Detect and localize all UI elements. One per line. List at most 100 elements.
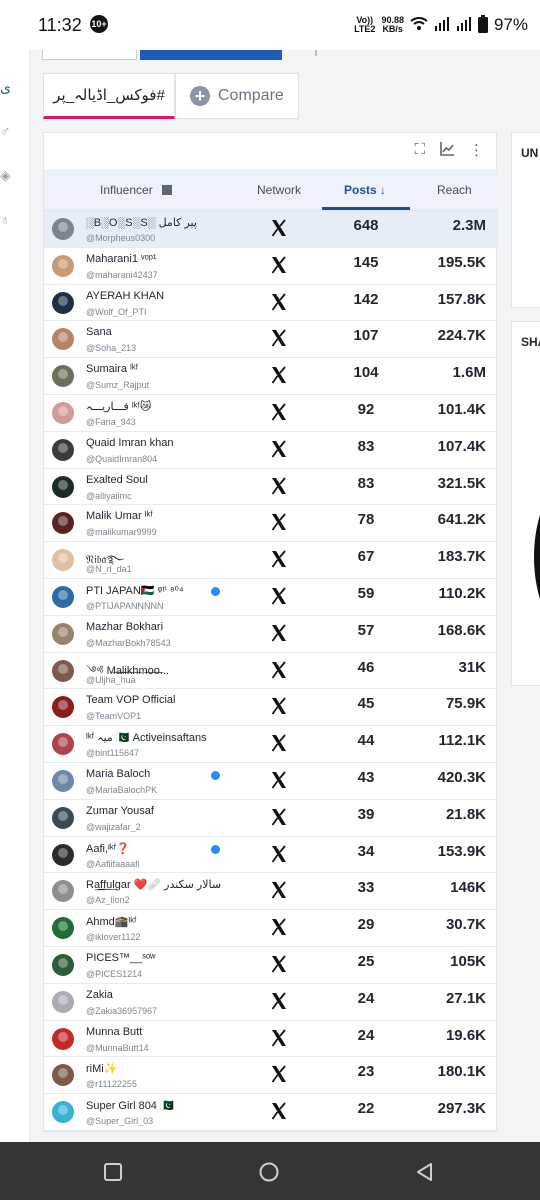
sidebar-map-icon[interactable]: ◈ <box>0 168 14 182</box>
top-button-primary[interactable] <box>140 50 282 60</box>
back-button[interactable] <box>414 1161 436 1183</box>
table-row[interactable]: ᴵᵏᶠ میہ 🇵🇰 Activeinsaftans @bint115647 44 1… <box>44 726 498 763</box>
sidebar-gender-icon[interactable]: ♂ <box>0 124 14 138</box>
influencer-name[interactable]: Aafi,ᴵᵏᶠ❓ <box>86 842 254 855</box>
avatar[interactable] <box>52 549 74 572</box>
influencer-name[interactable]: Malik Umar ᴵᵏᶠ <box>86 510 254 522</box>
top-button-outline[interactable] <box>42 50 137 60</box>
table-row[interactable]: Team VOP Official @TeamVOP1 45 75.9K <box>44 689 498 727</box>
avatar[interactable] <box>52 953 74 976</box>
avatar[interactable] <box>52 1027 74 1050</box>
table-row[interactable]: Maharani1 ᵛᵒᵖ¹ @maharani42437 145 195.5K <box>44 248 498 285</box>
influencer-name[interactable]: Exalted Soul <box>86 474 254 486</box>
influencer-handle[interactable]: @Wolf_Of_PTI <box>86 307 254 317</box>
table-row[interactable]: 𝔑𝔦𝔟𝔞࿐ @N_ri_da1 67 183.7K <box>44 542 498 579</box>
table-row[interactable]: Malik Umar ᴵᵏᶠ @malikumar9999 78 641.2K <box>44 505 498 543</box>
header-posts[interactable]: Posts ↓ <box>344 169 386 211</box>
influencer-handle[interactable]: @Sumz_Rajput <box>86 380 254 390</box>
table-row[interactable]: Zakia @Zakia36957967 24 27.1K <box>44 984 498 1021</box>
avatar[interactable] <box>52 512 74 535</box>
influencer-handle[interactable]: @malikumar9999 <box>86 527 254 537</box>
table-row[interactable]: Maria Baloch @MariaBalochPK 43 420.3K <box>44 763 498 800</box>
influencer-handle[interactable]: @Uljha_hua <box>86 675 254 685</box>
avatar[interactable] <box>52 475 74 498</box>
tab-hashtag[interactable]: #فوکس_اڈیالہ_پر <box>43 73 175 119</box>
avatar[interactable] <box>52 696 74 719</box>
avatar[interactable] <box>52 917 74 940</box>
influencer-name[interactable]: Ra͟f͟f͟u͟lgar ❤️🩹 سالار سکندر <box>86 878 254 891</box>
sidebar-hashtag-icon[interactable]: ى <box>0 80 14 94</box>
influencer-handle[interactable]: @Faria_943 <box>86 417 254 427</box>
influencer-name[interactable]: Sana <box>86 326 254 338</box>
table-row[interactable]: PTI JAPAN🇵🇸 ᵠᵗⁱ ⁸⁰⁴ @PTIJAPANNNNN 59 110.2K <box>44 579 498 616</box>
recents-button[interactable] <box>102 1161 124 1183</box>
influencer-name[interactable]: PICES™__ˢᵒʷ <box>86 952 254 964</box>
home-button[interactable] <box>258 1161 280 1183</box>
table-row[interactable]: riMi✨ @r11122255 23 180.1K <box>44 1057 498 1095</box>
avatar[interactable] <box>52 328 74 351</box>
table-row[interactable]: AYERAH KHAN @Wolf_Of_PTI 142 157.8K <box>44 285 498 322</box>
influencer-name[interactable]: Team VOP Official <box>86 694 254 706</box>
more-options-icon[interactable]: ⋮ <box>469 141 484 161</box>
influencer-handle[interactable]: @bint115647 <box>86 748 254 758</box>
influencer-handle[interactable]: @MariaBalochPK <box>86 785 254 795</box>
influencer-name[interactable]: فـــاریـــہ ᴵᵏᶠ😿 <box>86 400 254 413</box>
influencer-name[interactable]: ░B░O░S░S░ پیر کامل <box>86 216 254 229</box>
avatar[interactable] <box>52 585 74 608</box>
avatar[interactable] <box>52 438 74 461</box>
influencer-handle[interactable]: @r11122255 <box>86 1079 254 1089</box>
influencer-name[interactable]: riMi✨ <box>86 1062 254 1075</box>
influencer-handle[interactable]: @Super_Girl_03 <box>86 1116 254 1126</box>
external-link-icon[interactable] <box>162 185 173 195</box>
influencer-handle[interactable]: @Soha_213 <box>86 343 254 353</box>
table-row[interactable]: Mazhar Bokhari @MazharBokh78543 57 168.6K <box>44 616 498 653</box>
avatar[interactable] <box>52 254 74 277</box>
influencer-handle[interactable]: @MunnaButt14 <box>86 1043 254 1053</box>
table-row[interactable]: ༺ M̶a̶l̶i̶k̶h̶m̶o̶o̶... @Uljha_hua 46 31K <box>44 653 498 690</box>
influencer-name[interactable]: AYERAH KHAN <box>86 290 254 302</box>
influencer-handle[interactable]: @maharani42437 <box>86 270 254 280</box>
table-row[interactable]: Ahmd🕋ᴵᵏᶠ @iklover1122 29 30.7K <box>44 910 498 947</box>
avatar[interactable] <box>52 365 74 388</box>
influencer-handle[interactable]: @PICES1214 <box>86 969 254 979</box>
influencer-handle[interactable]: @wajizafar_2 <box>86 822 254 832</box>
avatar[interactable] <box>52 843 74 866</box>
influencer-handle[interactable]: @Aafiifaaaafi <box>86 859 254 869</box>
top-toolbar-icon[interactable] <box>315 50 319 56</box>
avatar[interactable] <box>52 1101 74 1124</box>
influencer-name[interactable]: ᴵᵏᶠ میہ 🇵🇰 Activeinsaftans <box>86 731 254 744</box>
header-influencer[interactable]: Influencer <box>100 169 173 211</box>
influencer-name[interactable]: PTI JAPAN🇵🇸 ᵠᵗⁱ ⁸⁰⁴ <box>86 584 254 597</box>
influencer-handle[interactable]: @Morpheus0300 <box>86 233 254 243</box>
header-network[interactable]: Network <box>257 169 301 211</box>
influencer-name[interactable]: Maria Baloch <box>86 768 254 780</box>
table-row[interactable]: Sumaira ᴵᵏᶠ @Sumz_Rajput 104 1.6M <box>44 358 498 395</box>
influencer-name[interactable]: Maharani1 ᵛᵒᵖ¹ <box>86 253 254 265</box>
avatar[interactable] <box>52 990 74 1013</box>
table-row[interactable]: Sana @Soha_213 107 224.7K <box>44 321 498 359</box>
avatar[interactable] <box>52 733 74 756</box>
avatar[interactable] <box>52 218 74 240</box>
influencer-name[interactable]: Super Girl 804 🇵🇰 <box>86 1099 254 1112</box>
avatar[interactable] <box>52 880 74 903</box>
table-row[interactable]: Exalted Soul @alliyaiimc 83 321.5K <box>44 469 498 506</box>
influencer-handle[interactable]: @Az_lion2 <box>86 895 254 905</box>
influencer-handle[interactable]: @TeamVOP1 <box>86 711 254 721</box>
influencer-handle[interactable]: @PTIJAPANNNNN <box>86 601 254 611</box>
compare-button[interactable]: + Compare <box>175 73 299 119</box>
table-row[interactable]: ░B░O░S░S░ پیر کامل @Morpheus0300 648 2.3M <box>44 211 498 248</box>
influencer-handle[interactable]: @N_ri_da1 <box>86 564 254 574</box>
sidebar-settings-icon[interactable]: ♁ <box>0 212 14 226</box>
influencer-name[interactable]: Mazhar Bokhari <box>86 621 254 633</box>
avatar[interactable] <box>52 769 74 792</box>
influencer-name[interactable]: Munna Butt <box>86 1026 254 1038</box>
influencer-name[interactable]: Sumaira ᴵᵏᶠ <box>86 363 254 375</box>
avatar[interactable] <box>52 806 74 829</box>
influencer-handle[interactable]: @QuaidImran804 <box>86 454 254 464</box>
table-row[interactable]: PICES™__ˢᵒʷ @PICES1214 25 105K <box>44 947 498 984</box>
influencer-name[interactable]: Ahmd🕋ᴵᵏᶠ <box>86 915 254 928</box>
avatar[interactable] <box>52 622 74 645</box>
table-row[interactable]: Zumar Yousaf @wajizafar_2 39 21.8K <box>44 800 498 837</box>
chart-icon[interactable] <box>439 141 455 161</box>
table-row[interactable]: فـــاریـــہ ᴵᵏᶠ😿 @Faria_943 92 101.4K <box>44 395 498 432</box>
